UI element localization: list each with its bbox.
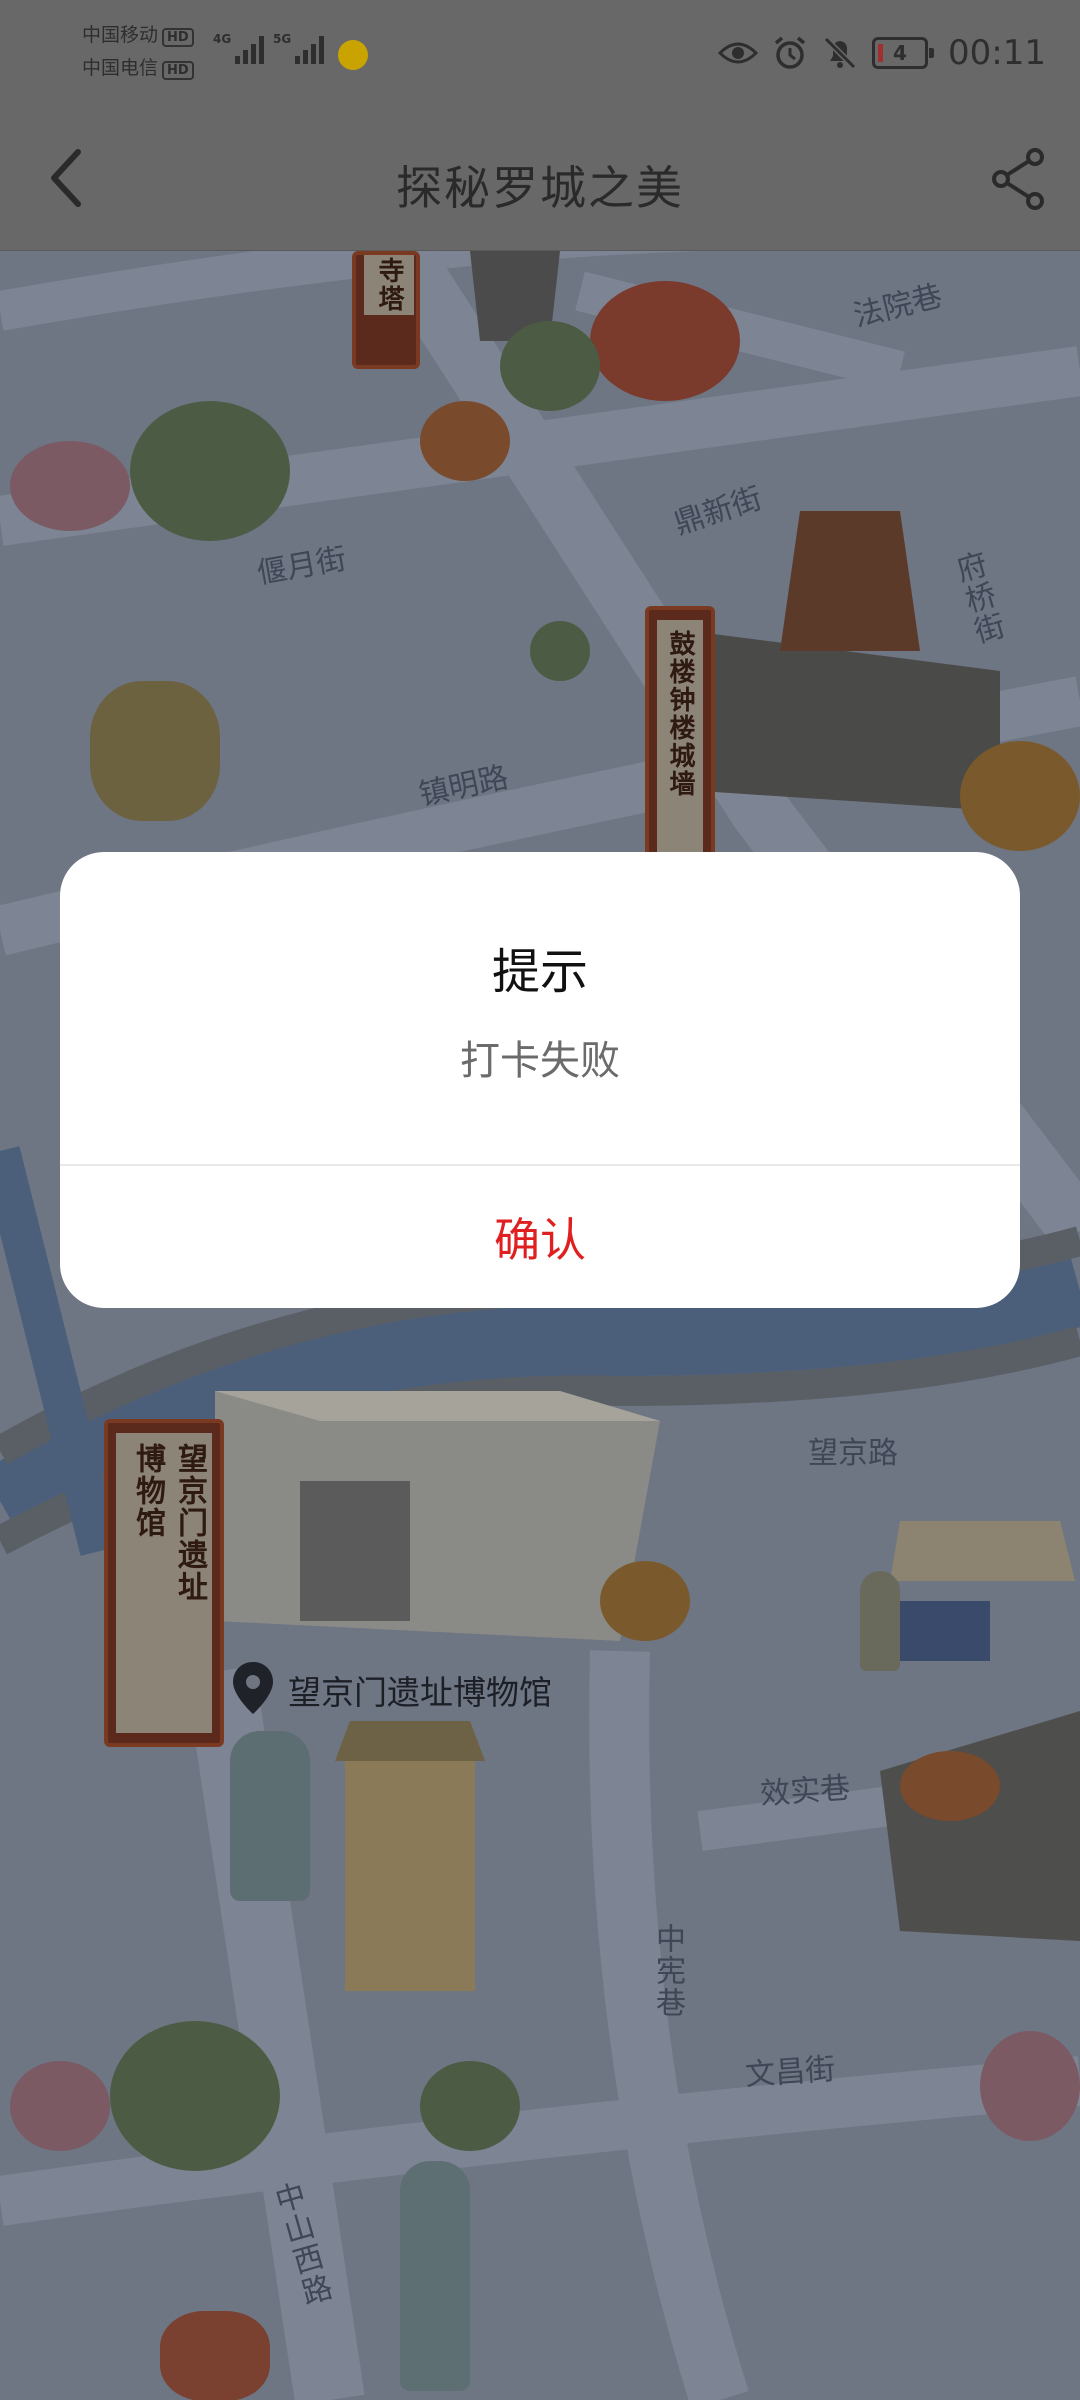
- battery-icon: 4: [872, 37, 935, 69]
- carrier-1-label: 中国移动: [82, 24, 159, 46]
- signal-icon-1: 4G: [213, 32, 267, 64]
- poi-label: 望京门遗址博物馆: [288, 1673, 552, 1712]
- landmark-banner-museum-line-1: 望京门遗址: [172, 1443, 207, 1603]
- street-label-wangjing-road: 望京路: [808, 1436, 898, 1471]
- alarm-icon: [772, 35, 808, 71]
- plum-tree-icon: [980, 2031, 1080, 2141]
- landmark-banner-wangjingmen-museum-text: 望京门遗址 博物馆: [116, 1433, 212, 1733]
- confirm-button[interactable]: 确认: [60, 1166, 1020, 1308]
- landmark-banner-drum-tower-label: 鼓楼钟楼城墙: [657, 620, 703, 870]
- pine-tree-icon: [500, 321, 600, 411]
- landmark-banner-drum-tower[interactable]: 鼓楼钟楼城墙: [645, 606, 715, 884]
- landmark-banner-wangjingmen-museum[interactable]: 望京门遗址 博物馆: [104, 1419, 224, 1747]
- dialog-message: 打卡失败: [460, 1038, 620, 1084]
- autumn-tree-icon: [960, 741, 1080, 851]
- carrier-2-label: 中国电信: [82, 57, 159, 79]
- dialog-title: 提示: [491, 944, 588, 1000]
- status-icons: 4 00:11: [718, 28, 1046, 78]
- vendor-figure-icon: [860, 1571, 900, 1671]
- network-label-1: 4G: [213, 32, 232, 46]
- street-label-zhongxian-lane: 中宪巷: [650, 1923, 685, 2019]
- page-title: 探秘罗城之美: [396, 161, 684, 215]
- girl-figure-icon: [400, 2161, 470, 2391]
- share-icon: [989, 147, 1049, 215]
- plum-tree-icon: [10, 2061, 110, 2151]
- sky-lantern-icon: [90, 681, 220, 821]
- lantern-icon: [160, 2311, 270, 2400]
- street-label-xiaoshi-lane: 效实巷: [759, 1770, 852, 1813]
- child-figure-icon: [230, 1731, 310, 1901]
- network-label-2: 5G: [273, 32, 292, 46]
- carrier-2: 中国电信 HD: [82, 57, 194, 80]
- mute-icon: [822, 35, 858, 71]
- eye-icon: [718, 39, 759, 67]
- app-header: 探秘罗城之美: [0, 110, 1080, 251]
- landmark-banner-temple-tower-label: 寺塔: [364, 255, 414, 315]
- share-button[interactable]: [984, 146, 1054, 216]
- small-tree-icon: [530, 621, 590, 681]
- hd-badge: HD: [162, 61, 194, 80]
- hd-badge: HD: [162, 28, 194, 47]
- carrier-1: 中国移动 HD: [82, 24, 194, 47]
- maple-tree-icon: [590, 281, 740, 401]
- autumn-tree-icon: [420, 401, 510, 481]
- signal-icon-2: 5G: [273, 32, 327, 64]
- alert-dialog: 提示 打卡失败 确认: [60, 852, 1020, 1308]
- landmark-banner-temple-tower[interactable]: 寺塔: [352, 251, 420, 369]
- location-pin-icon: [230, 1660, 276, 1720]
- landmark-banner-museum-line-2: 博物馆: [130, 1443, 165, 1539]
- willow-tree-icon: [110, 2021, 280, 2171]
- plum-tree-icon: [10, 441, 130, 531]
- autumn-tree-icon: [900, 1751, 1000, 1821]
- poi-wangjingmen-museum[interactable]: 望京门遗址博物馆: [230, 1660, 552, 1720]
- illustrated-map[interactable]: 法院巷 偃月街 鼎新街 府桥街 镇明路 望京路 效实巷 中宪巷 文昌街 中山西路…: [0, 251, 1080, 2400]
- status-bar: 中国移动 HD 中国电信 HD 4G 5G 4 00:11: [0, 0, 1080, 110]
- willow-tree-icon: [130, 401, 290, 541]
- autumn-tree-icon: [600, 1561, 690, 1641]
- pine-tree-icon: [420, 2061, 520, 2151]
- notification-app-icon: [338, 40, 368, 70]
- status-time: 00:11: [948, 33, 1046, 73]
- street-label-wenchang-street: 文昌街: [744, 2051, 837, 2094]
